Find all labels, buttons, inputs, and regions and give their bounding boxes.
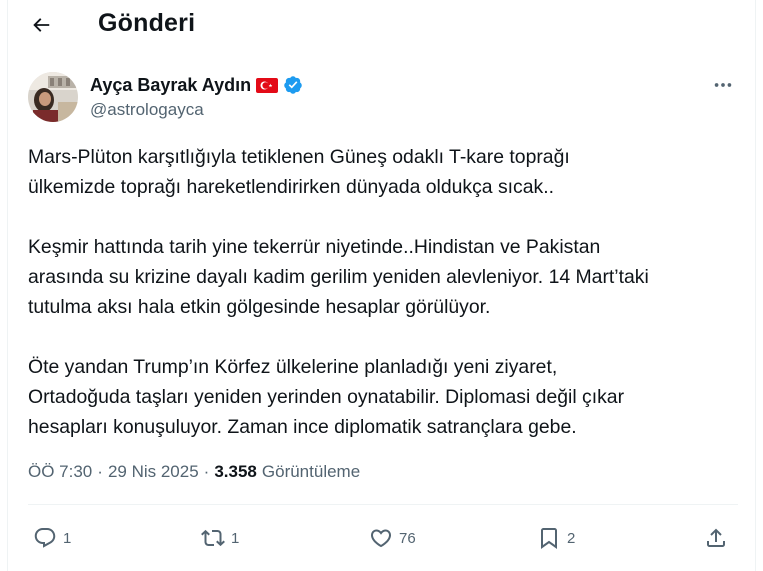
post-text-line: Öte yandan Trump’ın Körfez ülkelerine pl… bbox=[28, 356, 558, 378]
repost-count: 1 bbox=[231, 529, 240, 547]
bookmark-button[interactable]: 2 bbox=[537, 518, 575, 558]
views-count: 3.358 bbox=[214, 462, 257, 481]
repost-button[interactable]: 1 bbox=[201, 518, 239, 558]
share-icon bbox=[707, 528, 725, 547]
bookmark-icon bbox=[541, 528, 557, 549]
share-button[interactable] bbox=[704, 518, 728, 558]
post-text-line: Mars-Plüton karşıtlığıyla tetiklenen Gün… bbox=[28, 146, 570, 168]
post-detail-page: Gönderi Ayça Bayrak Aydın @astrologayca … bbox=[7, 0, 756, 571]
action-bar: 1 1 76 2 bbox=[8, 518, 757, 558]
avatar[interactable] bbox=[28, 72, 78, 122]
arrow-left-icon bbox=[33, 18, 50, 32]
reply-count: 1 bbox=[63, 529, 72, 547]
meta-separator: · bbox=[203, 462, 210, 481]
turkey-flag-icon bbox=[256, 77, 279, 93]
more-options-button[interactable] bbox=[708, 72, 738, 98]
post-text-line: tutulma aksı hala etkin gölgesinde hesap… bbox=[28, 296, 491, 318]
author-handle[interactable]: @astrologayca bbox=[90, 100, 204, 120]
post-time[interactable]: ÖÖ 7:30 bbox=[28, 462, 92, 482]
avatar-image bbox=[28, 72, 78, 122]
meta-separator: · bbox=[97, 462, 103, 481]
post-text-line: Keşmir hattında tarih yine tekerrür niye… bbox=[28, 236, 601, 258]
divider bbox=[28, 504, 738, 505]
more-horizontal-icon bbox=[714, 83, 732, 87]
page-header: Gönderi bbox=[8, 0, 757, 50]
post-date[interactable]: 29 Nis 2025 bbox=[108, 462, 199, 482]
reply-icon bbox=[34, 528, 56, 548]
bookmark-count: 2 bbox=[567, 529, 576, 547]
page-title: Gönderi bbox=[98, 9, 196, 37]
post-text: Mars-Plüton karşıtlığıyla tetiklenen Gün… bbox=[28, 142, 738, 442]
post-text-line: arasında su krizine dayalı kadim gerilim… bbox=[28, 266, 649, 288]
post-text-line: hesapları konuşuluyor. Zaman ince diplom… bbox=[28, 416, 577, 438]
author-name[interactable]: Ayça Bayrak Aydın bbox=[90, 75, 251, 96]
reply-button[interactable]: 1 bbox=[33, 518, 71, 558]
back-button[interactable] bbox=[28, 12, 54, 38]
post-text-line: ülkemizde toprağı hareketlendirirken dün… bbox=[28, 176, 554, 198]
like-count: 76 bbox=[399, 529, 416, 547]
author-name-row: Ayça Bayrak Aydın bbox=[90, 73, 303, 97]
like-button[interactable]: 76 bbox=[369, 518, 416, 558]
repost-icon bbox=[201, 529, 225, 547]
views-label: Görüntüleme bbox=[261, 462, 361, 481]
post-text-line: Ortadoğuda taşları yeniden yerinden oyna… bbox=[28, 386, 625, 408]
post-meta: ÖÖ 7:30 · 29 Nis 2025 · 3.358 Görüntülem… bbox=[28, 462, 360, 482]
verified-badge-icon[interactable] bbox=[283, 75, 303, 95]
heart-icon bbox=[370, 529, 392, 548]
